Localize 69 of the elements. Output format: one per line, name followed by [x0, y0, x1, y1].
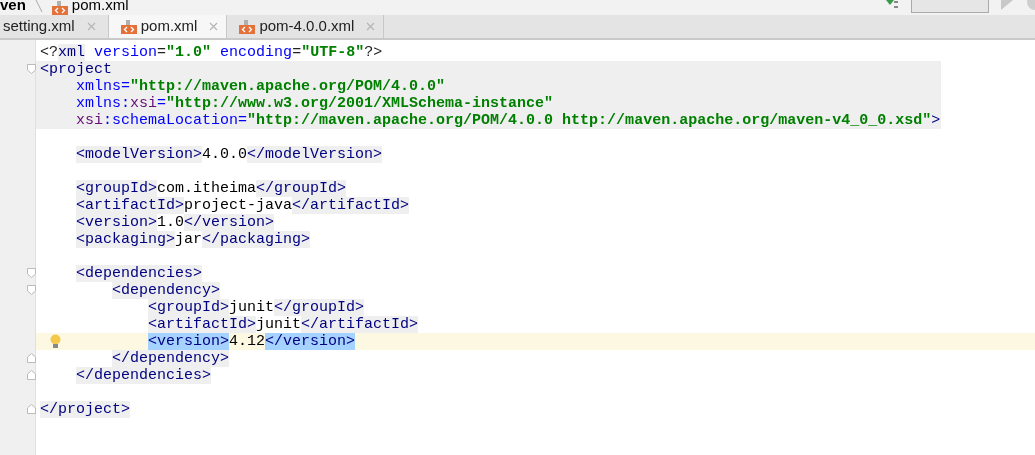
run-icon[interactable]: [1001, 0, 1013, 10]
code-token: <version>: [148, 333, 230, 350]
code-token: junit: [256, 316, 302, 333]
code-token: </version>: [184, 214, 275, 231]
code-token: "http://maven.apache.org/POM/4.0.0": [130, 78, 446, 95]
lightbulb-icon[interactable]: [50, 334, 61, 349]
code-token: </modelVersion>: [247, 146, 383, 163]
tab-label: setting.xml: [3, 16, 75, 37]
code-token: </dependencies>: [76, 367, 212, 384]
run-configuration-dropdown[interactable]: [911, 0, 989, 13]
code-token: ?>: [364, 44, 383, 61]
fold-marker-icon[interactable]: [27, 64, 36, 74]
tab-label: pom.xml: [140, 16, 198, 37]
code-token: <dependencies>: [76, 265, 203, 282]
code-token: xsi: [130, 95, 158, 112]
code-token: junit: [229, 299, 275, 316]
chevron-icon: [33, 0, 44, 15]
fold-marker-icon[interactable]: [27, 285, 36, 295]
code-token: <dependency>: [112, 282, 221, 299]
code-token: version: [94, 44, 158, 61]
code-token: </artifactId>: [301, 316, 419, 333]
code-token: </groupId>: [274, 299, 365, 316]
code-token: project-java: [184, 197, 293, 214]
code-token: =: [157, 44, 167, 61]
code-token: </project>: [40, 401, 130, 418]
code-token: xmlns=: [76, 78, 131, 95]
breadcrumb-item[interactable]: pom.xml: [71, 0, 129, 12]
code-token: <?: [40, 44, 58, 61]
code-token: 4.0.0: [202, 146, 248, 163]
file-tab[interactable]: pom.xml: [108, 15, 228, 38]
fold-marker-icon[interactable]: [27, 404, 36, 414]
code-token: jar: [175, 231, 203, 248]
code-token: 1.0: [157, 214, 185, 231]
code-token: </packaging>: [202, 231, 311, 248]
file-tab[interactable]: setting.xml: [0, 15, 109, 38]
code-token: xml: [58, 44, 86, 61]
code-token: </groupId>: [256, 180, 347, 197]
tab-label: pom-4.0.0.xml: [259, 16, 355, 37]
code-token: <groupId>: [148, 299, 230, 316]
fold-marker-icon[interactable]: [27, 268, 36, 278]
code-token: encoding: [220, 44, 293, 61]
close-icon[interactable]: [366, 22, 376, 31]
xml-file-icon: [51, 1, 68, 15]
code-token: "UTF-8": [301, 44, 365, 61]
code-token: <version>: [76, 214, 158, 231]
code-token: <project: [40, 61, 112, 78]
close-icon[interactable]: [209, 22, 219, 31]
code-token: <artifactId>: [76, 197, 185, 214]
code-token: "http://maven.apache.org/POM/4.0.0 http://maven.apache.org/maven-v4_0_0.xsd": [247, 112, 932, 129]
code-token: :schemaLocation=: [103, 112, 248, 129]
code-token: =: [292, 44, 302, 61]
breadcrumb-item[interactable]: ven: [0, 0, 26, 12]
code-token: "1.0": [166, 44, 212, 61]
fold-marker-icon[interactable]: [27, 353, 36, 363]
code-token: <groupId>: [76, 180, 158, 197]
code-token: 4.12: [229, 333, 266, 350]
code-token: xsi: [76, 112, 104, 129]
code-token: "http://www.w3.org/2001/XMLSchema-instance": [166, 95, 554, 112]
code-token: </dependency>: [112, 350, 230, 367]
code-token: </artifactId>: [292, 197, 410, 214]
code-token: <packaging>: [76, 231, 176, 248]
code-token: com.itheima: [157, 180, 257, 197]
code-token: <artifactId>: [148, 316, 257, 333]
close-icon[interactable]: [86, 22, 96, 31]
code-token: <modelVersion>: [76, 146, 203, 163]
code-token: xmlns:: [76, 95, 131, 112]
code-token: </version>: [265, 333, 356, 350]
code-token: =: [157, 95, 167, 112]
fold-marker-icon[interactable]: [27, 370, 36, 380]
